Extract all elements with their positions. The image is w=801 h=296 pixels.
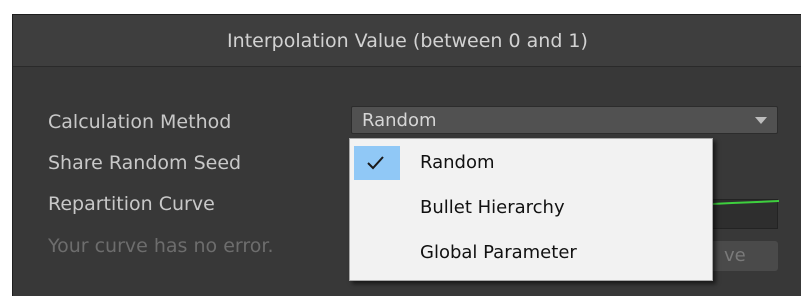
calculation-method-label: Calculation Method (48, 111, 232, 133)
window-frame: Interpolation Value (between 0 and 1) Ca… (0, 0, 801, 296)
menu-item-label: Global Parameter (420, 242, 577, 263)
curve-action-button-label: ve (724, 245, 746, 266)
panel-header-title: Interpolation Value (between 0 and 1) (227, 29, 588, 52)
menu-item-label: Random (420, 152, 495, 173)
share-random-seed-label: Share Random Seed (48, 152, 242, 174)
curve-action-button[interactable]: ve (711, 241, 778, 271)
panel-header: Interpolation Value (between 0 and 1) (13, 15, 801, 67)
menu-item-label: Bullet Hierarchy (420, 197, 565, 218)
repartition-curve-label: Repartition Curve (48, 193, 215, 215)
menu-item-bullet-hierarchy[interactable]: Bullet Hierarchy (350, 188, 712, 228)
menu-item-global-parameter[interactable]: Global Parameter (350, 233, 712, 273)
repartition-curve-field[interactable] (711, 199, 779, 229)
curve-preview (712, 200, 779, 205)
dropdown-selected-value: Random (362, 110, 437, 131)
menu-item-check-area (354, 146, 400, 180)
calculation-method-menu: Random Bullet Hierarchy Global Parameter (349, 138, 713, 281)
menu-item-random[interactable]: Random (350, 143, 712, 183)
calculation-method-dropdown[interactable]: Random (351, 106, 778, 134)
curve-status-text: Your curve has no error. (48, 235, 274, 257)
check-icon (367, 156, 384, 170)
dropdown-arrow-icon (755, 117, 767, 124)
